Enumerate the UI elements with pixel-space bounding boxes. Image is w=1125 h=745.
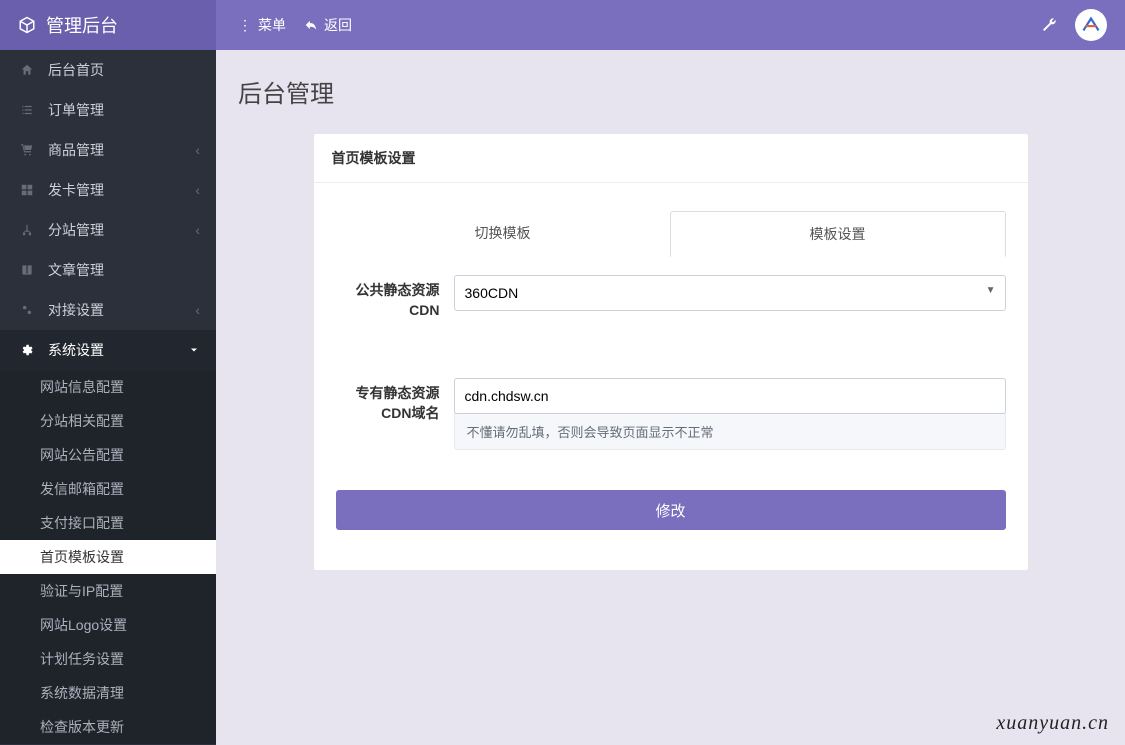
label-public-cdn: 公共静态资源 CDN — [336, 275, 454, 320]
sitemap-icon — [16, 223, 38, 237]
cube-icon — [18, 16, 36, 34]
page-title: 后台管理 — [238, 74, 1105, 109]
sidebar-item-cards[interactable]: 发卡管理 ‹ — [0, 170, 216, 210]
menu-label: 菜单 — [258, 15, 286, 35]
sidebar-subitem[interactable]: 计划任务设置 — [0, 642, 216, 676]
reply-icon — [304, 18, 318, 32]
sidebar-item-label: 文章管理 — [48, 260, 104, 280]
chevron-left-icon: ‹ — [195, 182, 200, 198]
public-cdn-select[interactable]: 360CDN — [454, 275, 1006, 311]
back-label: 返回 — [324, 15, 352, 35]
tab-template-settings[interactable]: 模板设置 — [670, 211, 1006, 257]
sidebar-item-label: 分站管理 — [48, 220, 104, 240]
gears-icon — [16, 303, 38, 317]
chevron-left-icon: ‹ — [195, 302, 200, 318]
panel-body: 切换模板 模板设置 公共静态资源 CDN 360CDN 专有静态资源 CDN — [314, 183, 1028, 570]
sidebar-item-label: 后台首页 — [48, 60, 104, 80]
sidebar-subitem[interactable]: 检查版本更新 — [0, 710, 216, 744]
sidebar-item-articles[interactable]: 文章管理 — [0, 250, 216, 290]
row-own-cdn: 专有静态资源 CDN域名 不懂请勿乱填，否则会导致页面显示不正常 — [336, 378, 1006, 450]
sidebar-item-label: 订单管理 — [48, 100, 104, 120]
panel: 首页模板设置 切换模板 模板设置 公共静态资源 CDN 360CDN — [313, 133, 1029, 571]
public-cdn-control: 360CDN — [454, 275, 1006, 320]
main: 后台管理 首页模板设置 切换模板 模板设置 公共静态资源 CDN 360CDN — [216, 50, 1125, 745]
gear-icon — [16, 343, 38, 357]
sidebar-item-label: 系统设置 — [48, 340, 104, 360]
own-cdn-input[interactable] — [454, 378, 1006, 414]
sidebar-item-substation[interactable]: 分站管理 ‹ — [0, 210, 216, 250]
own-cdn-help: 不懂请勿乱填，否则会导致页面显示不正常 — [454, 413, 1006, 450]
wrench-icon[interactable] — [1041, 17, 1057, 33]
watermark: xuanyuan.cn — [996, 712, 1109, 735]
cart-icon — [16, 143, 38, 157]
tabs: 切换模板 模板设置 — [336, 211, 1006, 257]
list-icon — [16, 103, 38, 117]
own-cdn-control: 不懂请勿乱填，否则会导致页面显示不正常 — [454, 378, 1006, 450]
avatar[interactable] — [1075, 9, 1107, 41]
sidebar-subitem[interactable]: 网站信息配置 — [0, 370, 216, 404]
sidebar-item-system[interactable]: 系统设置 — [0, 330, 216, 370]
row-public-cdn: 公共静态资源 CDN 360CDN — [336, 275, 1006, 320]
topbar-left: ⋮ 菜单 返回 — [216, 15, 352, 35]
chevron-left-icon: ‹ — [195, 222, 200, 238]
tab-switch-template[interactable]: 切换模板 — [336, 211, 670, 257]
sidebar-item-label: 对接设置 — [48, 300, 104, 320]
sidebar-subitem[interactable]: 发信邮箱配置 — [0, 472, 216, 506]
sidebar-item-orders[interactable]: 订单管理 — [0, 90, 216, 130]
sidebar-subitem[interactable]: 分站相关配置 — [0, 404, 216, 438]
panel-heading: 首页模板设置 — [314, 134, 1028, 183]
brand-text: 管理后台 — [46, 12, 118, 38]
sidebar-subitem[interactable]: 系统数据清理 — [0, 676, 216, 710]
label-own-cdn: 专有静态资源 CDN域名 — [336, 378, 454, 450]
sidebar-subitem[interactable]: 网站Logo设置 — [0, 608, 216, 642]
sidebar-item-docking[interactable]: 对接设置 ‹ — [0, 290, 216, 330]
topbar-right — [1041, 9, 1125, 41]
book-icon — [16, 263, 38, 277]
submit-button[interactable]: 修改 — [336, 490, 1006, 530]
sidebar-item-label: 商品管理 — [48, 140, 104, 160]
chevron-down-icon — [188, 344, 200, 356]
home-icon — [16, 63, 38, 77]
dots-icon: ⋮ — [238, 17, 252, 34]
chevron-left-icon: ‹ — [195, 142, 200, 158]
sidebar-subitem[interactable]: 首页模板设置 — [0, 540, 216, 574]
sidebar-subitems: 网站信息配置分站相关配置网站公告配置发信邮箱配置支付接口配置首页模板设置验证与I… — [0, 370, 216, 744]
sidebar-subitem[interactable]: 网站公告配置 — [0, 438, 216, 472]
topbar: 管理后台 ⋮ 菜单 返回 — [0, 0, 1125, 50]
back-button[interactable]: 返回 — [304, 15, 352, 35]
sidebar-item-label: 发卡管理 — [48, 180, 104, 200]
sidebar-subitem[interactable]: 支付接口配置 — [0, 506, 216, 540]
sidebar: 后台首页 订单管理 商品管理 ‹ 发卡管理 ‹ 分站管理 ‹ 文章管理 对接设置… — [0, 50, 216, 745]
sidebar-subitem[interactable]: 验证与IP配置 — [0, 574, 216, 608]
sidebar-item-home[interactable]: 后台首页 — [0, 50, 216, 90]
menu-toggle[interactable]: ⋮ 菜单 — [238, 15, 286, 35]
grid-icon — [16, 183, 38, 197]
brand[interactable]: 管理后台 — [0, 0, 216, 50]
sidebar-item-products[interactable]: 商品管理 ‹ — [0, 130, 216, 170]
